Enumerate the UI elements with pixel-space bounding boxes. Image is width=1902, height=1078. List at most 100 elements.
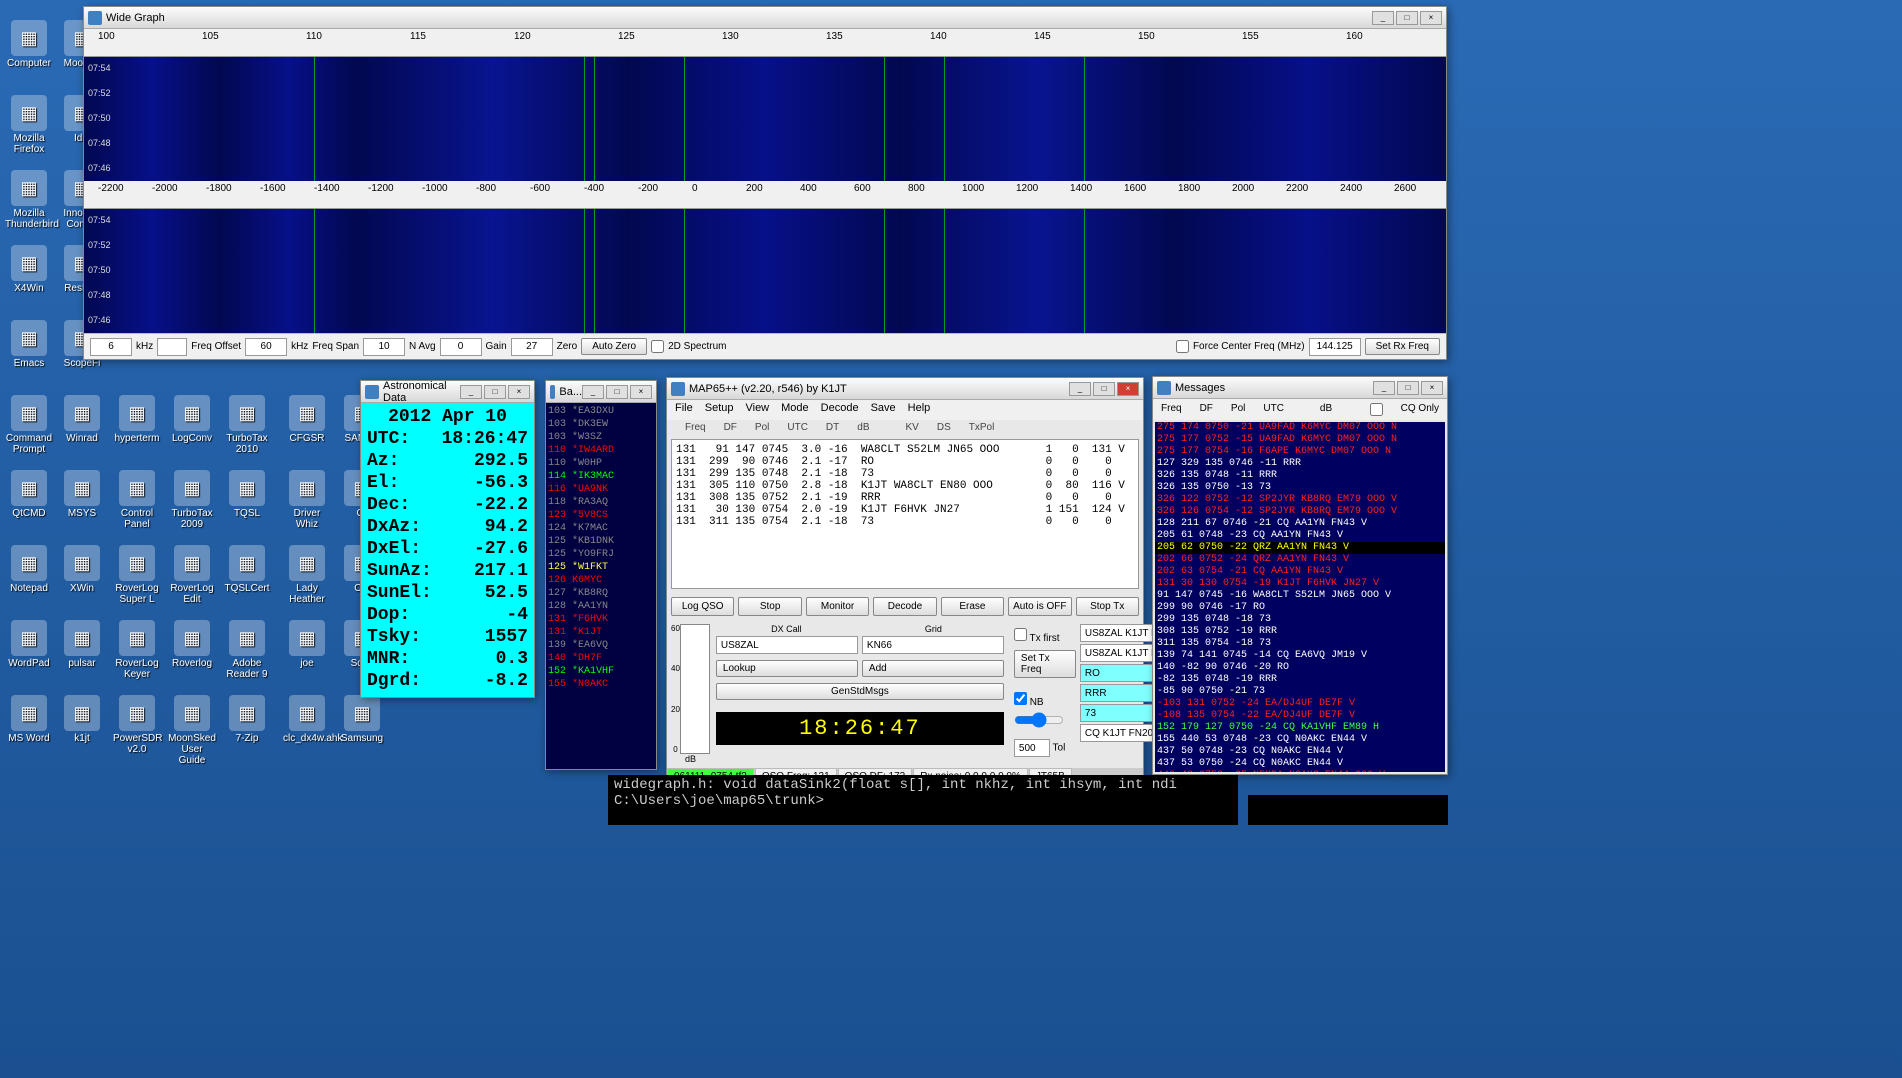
desktop-icon[interactable]: ▦MoonSked User Guide (168, 695, 216, 766)
menu-file[interactable]: File (675, 402, 693, 418)
minimize-button[interactable]: _ (460, 385, 482, 399)
desktop-icon[interactable]: ▦Adobe Reader 9 (223, 620, 271, 680)
desktop-icon[interactable]: ▦Winrad (58, 395, 106, 444)
nb-slider[interactable] (1014, 712, 1064, 728)
monitor-button[interactable]: Monitor (806, 597, 869, 616)
menu-decode[interactable]: Decode (821, 402, 859, 418)
freq-span-input[interactable] (245, 338, 287, 356)
maximize-button[interactable]: □ (1397, 381, 1419, 395)
astro-date: 2012 Apr 10 (365, 407, 530, 427)
menu-mode[interactable]: Mode (781, 402, 809, 418)
desktop-icon[interactable]: ▦Lady Heather (283, 545, 331, 605)
menu-view[interactable]: View (745, 402, 769, 418)
desktop-icon[interactable]: ▦7-Zip (223, 695, 271, 744)
desktop-icon[interactable]: ▦Notepad (5, 545, 53, 594)
desktop-icon[interactable]: ▦RoverLog Edit (168, 545, 216, 605)
desktop-icon[interactable]: ▦pulsar (58, 620, 106, 669)
desktop-icon[interactable]: ▦TurboTax 2010 (223, 395, 271, 455)
desktop-icon[interactable]: ▦X4Win (5, 245, 53, 294)
gain-input[interactable] (440, 338, 482, 356)
close-button[interactable]: × (630, 385, 652, 399)
minimize-button[interactable]: _ (582, 385, 604, 399)
desktop-icon[interactable]: ▦Samsung (338, 695, 386, 744)
messages-list[interactable]: 275 174 0750 -21 UA9FAD K6MYC DM07 OOO N… (1155, 422, 1445, 772)
freq-ruler-top: 100105110115120125130135140145150155160 (84, 29, 1446, 57)
grid-input[interactable] (862, 636, 1004, 654)
tx-first-check[interactable] (1014, 628, 1027, 641)
maximize-button[interactable]: □ (484, 385, 506, 399)
desktop-icon[interactable]: ▦CFGSR (283, 395, 331, 444)
decode-text[interactable]: 131 91 147 0745 3.0 -16 WA8CLT S52LM JN6… (671, 439, 1139, 589)
desktop-icon[interactable]: ▦Control Panel (113, 470, 161, 530)
desktop-icon[interactable]: ▦PowerSDR v2.0 (113, 695, 161, 755)
waterfall-bottom[interactable]: 07:5407:5207:5007:4807:46 (84, 209, 1446, 333)
desktop-icon[interactable]: ▦Mozilla Thunderbird (5, 170, 53, 230)
close-button[interactable]: × (1421, 381, 1443, 395)
minimize-button[interactable]: _ (1069, 382, 1091, 396)
terminal-prompt: C:\Users\joe\map65\trunk> (614, 793, 1232, 809)
desktop-icon[interactable]: ▦Computer (5, 20, 53, 69)
stop-button[interactable]: Stop (738, 597, 801, 616)
desktop-icon[interactable]: ▦TQSL (223, 470, 271, 519)
close-button[interactable]: × (1420, 11, 1442, 25)
desktop-icon[interactable]: ▦LogConv (168, 395, 216, 444)
desktop-icon[interactable]: ▦RoverLog Keyer (113, 620, 161, 680)
desktop-icon[interactable]: ▦Emacs (5, 320, 53, 369)
desktop-icon[interactable]: ▦RoverLog Super L (113, 545, 161, 605)
erase-button[interactable]: Erase (941, 597, 1004, 616)
auto-button[interactable]: Auto is OFF (1008, 597, 1071, 616)
dx-call-input[interactable] (716, 636, 858, 654)
logqso-button[interactable]: Log QSO (671, 597, 734, 616)
window-title: Astronomical Data (383, 380, 460, 404)
desktop-icon[interactable]: ▦k1jt (58, 695, 106, 744)
genstdmsgs-button[interactable]: GenStdMsgs (716, 683, 1004, 700)
maximize-button[interactable]: □ (606, 385, 628, 399)
desktop-icon[interactable]: ▦TQSLCert (223, 545, 271, 594)
desktop-icon[interactable]: ▦Mozilla Firefox (5, 95, 53, 155)
desktop-icon[interactable]: ▦XWin (58, 545, 106, 594)
maximize-button[interactable]: □ (1093, 382, 1115, 396)
desktop-icon[interactable]: ▦joe (283, 620, 331, 669)
khz-input[interactable] (90, 338, 132, 356)
desktop-icon[interactable]: ▦MS Word (5, 695, 53, 744)
set-tx-freq-button[interactable]: Set Tx Freq (1014, 650, 1076, 678)
nb-check[interactable] (1014, 692, 1027, 705)
decode-button[interactable]: Decode (873, 597, 936, 616)
lookup-button[interactable]: Lookup (716, 660, 858, 677)
force-cf-input[interactable] (1309, 338, 1361, 356)
force-cf-check[interactable] (1176, 340, 1189, 353)
desktop-icon[interactable]: ▦Driver Whiz (283, 470, 331, 530)
desktop-icon[interactable]: ▦WordPad (5, 620, 53, 669)
close-button[interactable]: × (1117, 382, 1139, 396)
maximize-button[interactable]: □ (1396, 11, 1418, 25)
zero-input[interactable] (511, 338, 553, 356)
menu-save[interactable]: Save (871, 402, 896, 418)
app-icon (1157, 381, 1171, 395)
stoptx-button[interactable]: Stop Tx (1076, 597, 1139, 616)
desktop-icon[interactable]: ▦Command Prompt (5, 395, 53, 455)
close-button[interactable]: × (508, 385, 530, 399)
tol-input[interactable] (1014, 739, 1050, 757)
desktop-icon[interactable]: ▦MSYS (58, 470, 106, 519)
bands-list[interactable]: 103 *EA3DXU103 *DK3EW103 *W3SZ110 *IW4AR… (546, 403, 656, 769)
2d-spectrum-check[interactable] (651, 340, 664, 353)
navg-input[interactable] (363, 338, 405, 356)
minimize-button[interactable]: _ (1373, 381, 1395, 395)
desktop-icon[interactable]: ▦hyperterm (113, 395, 161, 444)
menu-help[interactable]: Help (908, 402, 931, 418)
menu-setup[interactable]: Setup (705, 402, 734, 418)
cq-only-check[interactable] (1370, 403, 1383, 416)
bands-window: Ba... _□× 103 *EA3DXU103 *DK3EW103 *W3SZ… (545, 380, 657, 770)
terminal-2[interactable] (1248, 795, 1448, 825)
freq-offset-input[interactable] (157, 338, 187, 356)
terminal[interactable]: widegraph.h: void dataSink2(float s[], i… (608, 775, 1238, 825)
waterfall-top[interactable]: 07:5407:5207:5007:4807:46 (84, 57, 1446, 181)
autozero-button[interactable]: Auto Zero (581, 338, 647, 355)
desktop-icon[interactable]: ▦clc_dx4w.ahk (283, 695, 331, 744)
add-button[interactable]: Add (862, 660, 1004, 677)
desktop-icon[interactable]: ▦QtCMD (5, 470, 53, 519)
minimize-button[interactable]: _ (1372, 11, 1394, 25)
set-rx-freq-button[interactable]: Set Rx Freq (1365, 338, 1440, 355)
desktop-icon[interactable]: ▦TurboTax 2009 (168, 470, 216, 530)
desktop-icon[interactable]: ▦Roverlog (168, 620, 216, 669)
